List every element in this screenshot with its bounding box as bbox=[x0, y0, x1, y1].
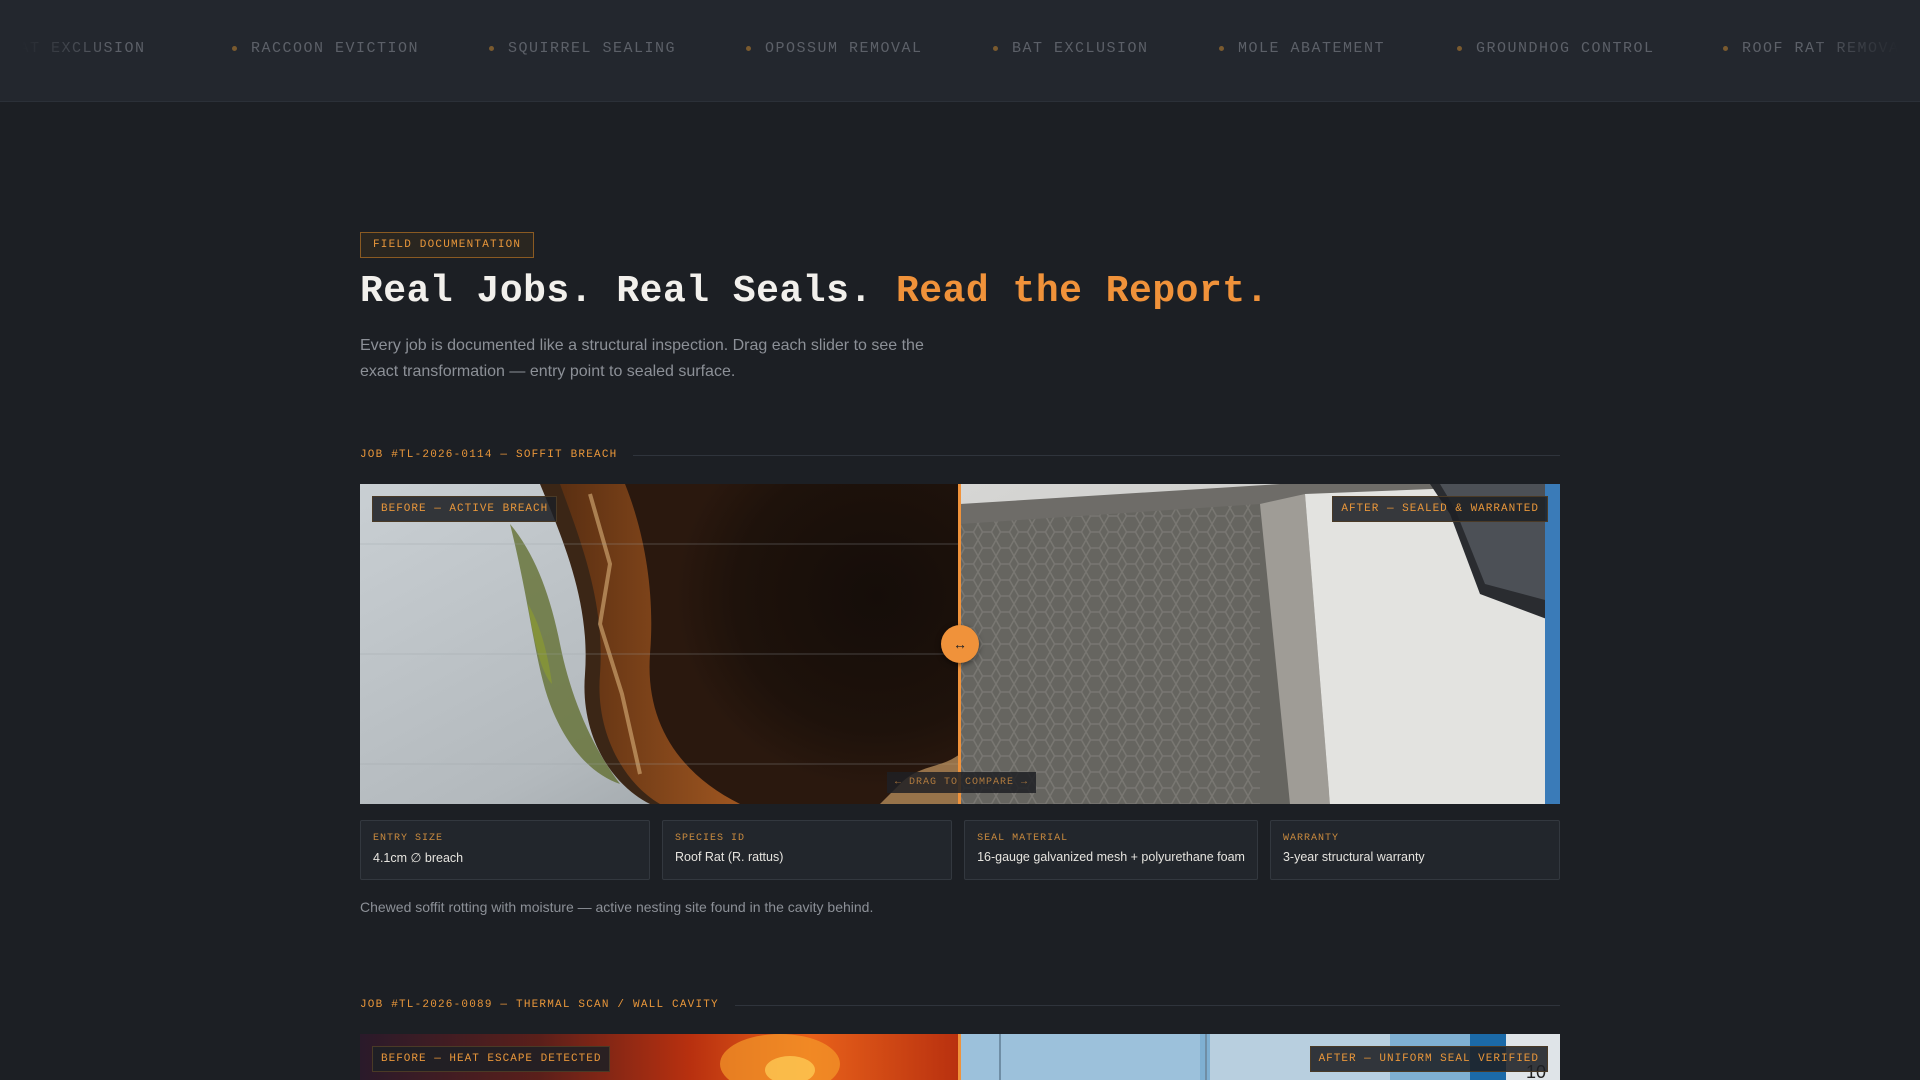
ticker-fade-left bbox=[0, 0, 110, 101]
before-after-slider[interactable]: ↔ BEFORE — ACTIVE BREACH AFTER — SEALED … bbox=[360, 484, 1560, 804]
bullet-icon bbox=[232, 46, 237, 51]
job-label: JOB #TL-2026-0089 — THERMAL SCAN / WALL … bbox=[360, 997, 1560, 1013]
before-tag: BEFORE — ACTIVE BREACH bbox=[372, 496, 558, 522]
section-rule bbox=[633, 454, 1560, 456]
ticker-item: GROUNDHOG CONTROL bbox=[1457, 40, 1655, 57]
slider-divider[interactable] bbox=[958, 1034, 961, 1080]
drag-hint: ← DRAG TO COMPARE → bbox=[887, 772, 1037, 793]
after-image bbox=[960, 484, 1560, 804]
soffit-breach-photo bbox=[360, 484, 960, 804]
slider-handle-icon[interactable]: ↔ bbox=[941, 625, 979, 663]
bullet-icon bbox=[993, 46, 998, 51]
sealed-soffit-photo bbox=[960, 484, 1560, 804]
ticker-item: MOLE ABATEMENT bbox=[1219, 40, 1385, 57]
bullet-icon bbox=[489, 46, 494, 51]
spec-seal-material: SEAL MATERIAL 16-gauge galvanized mesh +… bbox=[964, 820, 1258, 880]
ticker-fade-right bbox=[1810, 0, 1920, 101]
bullet-icon bbox=[746, 46, 751, 51]
bullet-icon bbox=[1219, 46, 1224, 51]
ticker-item: OPOSSUM REMOVAL bbox=[746, 40, 923, 57]
before-after-slider[interactable]: 10 BEFORE — HEAT ESCAPE DETECTED AFTER —… bbox=[360, 1034, 1560, 1080]
services-ticker: BAT EXCLUSION RACCOON EVICTION SQUIRREL … bbox=[0, 0, 1920, 102]
spec-warranty: WARRANTY 3-year structural warranty bbox=[1269, 820, 1560, 880]
section-rule bbox=[734, 1004, 1560, 1006]
ticker-item: RACCOON EVICTION bbox=[232, 40, 419, 57]
before-tag: BEFORE — HEAT ESCAPE DETECTED bbox=[372, 1046, 611, 1072]
spec-species-id: SPECIES ID Roof Rat (R. rattus) bbox=[662, 820, 953, 880]
after-tag: AFTER — UNIFORM SEAL VERIFIED bbox=[1309, 1046, 1548, 1072]
before-image bbox=[360, 484, 960, 804]
headline-main: Real Jobs. Real Seals. bbox=[360, 270, 896, 313]
section-badge: FIELD DOCUMENTATION bbox=[360, 232, 535, 258]
bullet-icon bbox=[1457, 46, 1462, 51]
ticker-item: SQUIRREL SEALING bbox=[489, 40, 676, 57]
ticker-item: BAT EXCLUSION bbox=[993, 40, 1149, 57]
job-label: JOB #TL-2026-0114 — SOFFIT BREACH bbox=[360, 447, 1560, 463]
bullet-icon bbox=[1723, 46, 1728, 51]
page-title: Real Jobs. Real Seals. Read the Report. bbox=[360, 270, 1560, 313]
job-specs: ENTRY SIZE 4.1cm ∅ breach SPECIES ID Roo… bbox=[360, 820, 1560, 880]
spec-entry-size: ENTRY SIZE 4.1cm ∅ breach bbox=[360, 820, 651, 880]
intro-text: Every job is documented like a structura… bbox=[360, 337, 924, 380]
after-tag: AFTER — SEALED & WARRANTED bbox=[1332, 496, 1548, 522]
job-caption: Chewed soffit rotting with moisture — ac… bbox=[360, 899, 874, 915]
headline-accent: Read the Report. bbox=[896, 270, 1269, 313]
